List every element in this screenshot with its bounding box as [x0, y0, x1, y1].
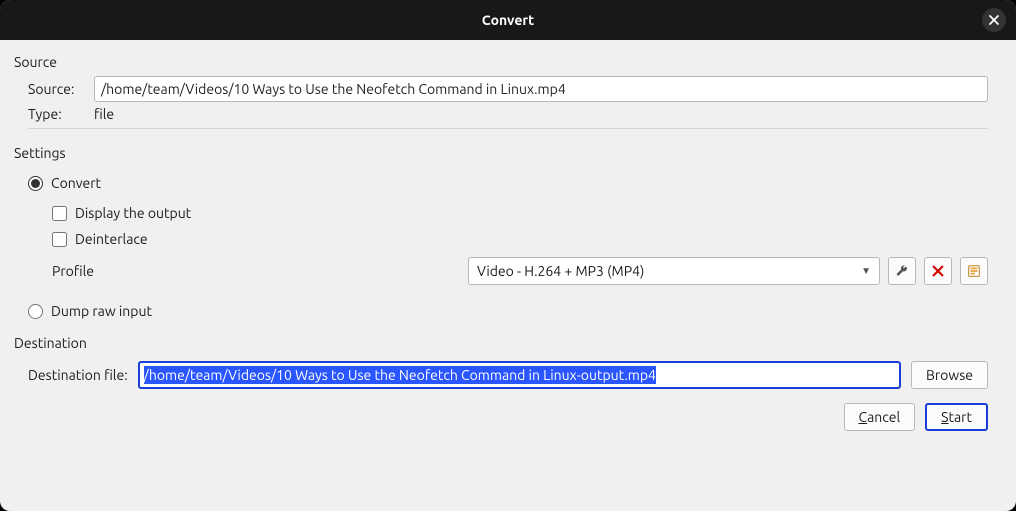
chevron-down-icon: ▼: [861, 265, 871, 277]
start-label: Start: [941, 409, 972, 425]
display-output-label: Display the output: [75, 205, 191, 221]
cancel-button[interactable]: Cancel: [844, 403, 916, 431]
new-profile-icon: [967, 264, 981, 278]
source-panel: Source: Type: file: [12, 76, 1004, 131]
edit-profile-button[interactable]: [888, 257, 916, 285]
source-label: Source:: [28, 81, 84, 97]
display-output-checkbox[interactable]: [52, 206, 67, 221]
close-icon: [988, 14, 1000, 26]
destination-panel: Destination file: /home/team/Videos/10 W…: [12, 357, 1004, 393]
separator: [28, 128, 988, 129]
browse-label: Browse: [926, 367, 973, 383]
display-output-row[interactable]: Display the output: [52, 205, 988, 221]
type-label: Type:: [28, 106, 84, 122]
titlebar: Convert: [0, 0, 1016, 40]
window-title: Convert: [482, 12, 534, 28]
type-value: file: [94, 106, 114, 122]
deinterlace-checkbox[interactable]: [52, 232, 67, 247]
dialog-content: Source Source: Type: file Settings Conve…: [0, 40, 1016, 511]
profile-value: Video - H.264 + MP3 (MP4): [477, 263, 644, 279]
convert-radio-row[interactable]: Convert: [28, 175, 988, 191]
deinterlace-label: Deinterlace: [75, 231, 148, 247]
settings-panel: Convert Display the output Deinterlace P…: [12, 167, 1004, 331]
destination-file-value: /home/team/Videos/10 Ways to Use the Neo…: [144, 366, 656, 384]
destination-file-input[interactable]: /home/team/Videos/10 Ways to Use the Neo…: [138, 361, 901, 389]
dialog-footer: Cancel Start: [12, 393, 1004, 431]
profile-row: Profile Video - H.264 + MP3 (MP4) ▼: [52, 257, 988, 285]
delete-profile-button[interactable]: [924, 257, 952, 285]
start-button[interactable]: Start: [925, 403, 988, 431]
destination-file-label: Destination file:: [28, 367, 128, 383]
settings-group-label: Settings: [14, 145, 1002, 161]
source-input[interactable]: [94, 76, 988, 102]
new-profile-button[interactable]: [960, 257, 988, 285]
source-group-label: Source: [14, 54, 1002, 70]
dump-raw-radio-row[interactable]: Dump raw input: [28, 303, 988, 319]
wrench-icon: [895, 264, 909, 278]
profile-label: Profile: [52, 263, 460, 279]
dump-raw-radio[interactable]: [28, 304, 43, 319]
cancel-label: Cancel: [859, 409, 901, 425]
dump-raw-label: Dump raw input: [51, 303, 152, 319]
convert-radio[interactable]: [28, 176, 43, 191]
deinterlace-row[interactable]: Deinterlace: [52, 231, 988, 247]
close-button[interactable]: [982, 8, 1006, 32]
convert-dialog: Convert Source Source: Type: file Settin…: [0, 0, 1016, 511]
destination-group-label: Destination: [14, 335, 1002, 351]
profile-combobox[interactable]: Video - H.264 + MP3 (MP4) ▼: [468, 257, 880, 285]
browse-button[interactable]: Browse: [911, 361, 988, 389]
convert-radio-label: Convert: [51, 175, 101, 191]
delete-icon: [931, 264, 945, 278]
